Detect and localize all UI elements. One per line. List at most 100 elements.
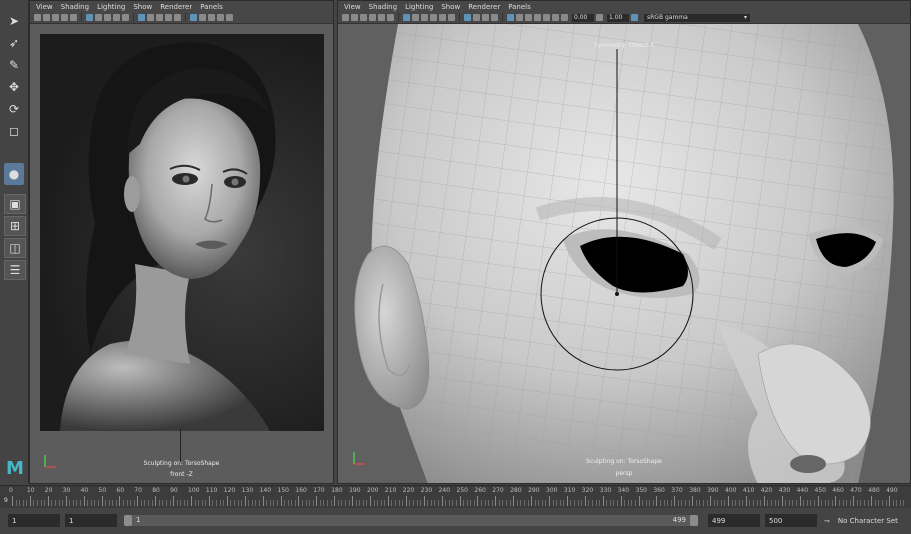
- camera-select-icon[interactable]: [34, 14, 41, 21]
- timeline-minor-tick: [384, 500, 386, 506]
- menu-shading[interactable]: Shading: [61, 3, 89, 11]
- toolbar-separator: [185, 13, 186, 22]
- timeline-minor-tick: [148, 500, 150, 506]
- resolution-gate-icon[interactable]: [199, 14, 206, 21]
- isolate-icon[interactable]: [507, 14, 514, 21]
- field-chart-icon[interactable]: [217, 14, 224, 21]
- textured-icon[interactable]: [421, 14, 428, 21]
- wireframe-icon[interactable]: [86, 14, 93, 21]
- anim-start-field[interactable]: 1: [65, 514, 117, 527]
- dof-icon[interactable]: [174, 14, 181, 21]
- menu-view[interactable]: View: [36, 3, 53, 11]
- range-slider-left-handle[interactable]: [124, 515, 132, 526]
- resolution-gate-icon[interactable]: [516, 14, 523, 21]
- menu-view[interactable]: View: [344, 3, 361, 11]
- end-time-field[interactable]: 499: [708, 514, 760, 527]
- timeline-minor-tick: [312, 500, 314, 506]
- lasso-tool-icon[interactable]: ➶: [4, 34, 24, 52]
- gate-mask-icon[interactable]: [208, 14, 215, 21]
- timeline-minor-tick: [774, 500, 776, 506]
- timeline-minor-tick: [652, 500, 654, 506]
- front-viewport-panel: View Shading Lighting Show Renderer Pane…: [29, 0, 334, 484]
- toolbar-separator: [81, 13, 82, 22]
- gamma-field[interactable]: 1.00: [607, 13, 629, 22]
- character-set-dropdown[interactable]: ⇁ No Character Set: [824, 514, 911, 527]
- menu-panels[interactable]: Panels: [200, 3, 223, 11]
- timeline-tick-label: 410: [742, 487, 755, 494]
- range-slider-right-handle[interactable]: [690, 515, 698, 526]
- safe-action-icon[interactable]: [543, 14, 550, 21]
- gate-mask-icon[interactable]: [525, 14, 532, 21]
- menu-show[interactable]: Show: [441, 3, 460, 11]
- timeline-minor-tick: [216, 500, 218, 506]
- smooth-shade-icon[interactable]: [412, 14, 419, 21]
- exposure-field[interactable]: 0.00: [572, 13, 594, 22]
- timeline-tick: [638, 496, 640, 506]
- bookmark-icon[interactable]: [360, 14, 367, 21]
- timeline-tick-label: 20: [44, 487, 53, 494]
- textured-icon[interactable]: [104, 14, 111, 21]
- lights-icon[interactable]: [430, 14, 437, 21]
- aa-icon[interactable]: [482, 14, 489, 21]
- xray-joints-icon[interactable]: [473, 14, 480, 21]
- camera-select-icon[interactable]: [342, 14, 349, 21]
- timeline-minor-tick: [144, 500, 146, 506]
- camera-attr-icon[interactable]: [43, 14, 50, 21]
- lights-icon[interactable]: [113, 14, 120, 21]
- anim-end-field[interactable]: 500: [765, 514, 817, 527]
- timeline-minor-tick: [534, 500, 536, 506]
- range-slider[interactable]: 1 499: [124, 515, 698, 526]
- outliner-icon[interactable]: ☰: [4, 260, 26, 280]
- smooth-shade-icon[interactable]: [95, 14, 102, 21]
- scale-tool-icon[interactable]: ◻: [4, 122, 24, 140]
- shadows-icon[interactable]: [439, 14, 446, 21]
- move-tool-icon[interactable]: ✥: [4, 78, 24, 96]
- xray-icon[interactable]: [464, 14, 471, 21]
- xray-icon[interactable]: [138, 14, 145, 21]
- start-time-field[interactable]: 1: [8, 514, 60, 527]
- menu-renderer[interactable]: Renderer: [468, 3, 500, 11]
- timeline-minor-tick: [212, 500, 214, 506]
- two-view-icon[interactable]: ◫: [4, 238, 26, 258]
- field-chart-icon[interactable]: [534, 14, 541, 21]
- time-slider[interactable]: 9 0 10 20 30 40 50 60 70 80 90 100 110 120 130 140 150 1…: [0, 485, 911, 509]
- film-gate-icon[interactable]: [387, 14, 394, 21]
- single-view-icon[interactable]: ▣: [4, 194, 26, 214]
- menu-renderer[interactable]: Renderer: [160, 3, 192, 11]
- menu-shading[interactable]: Shading: [369, 3, 397, 11]
- rotate-tool-icon[interactable]: ⟳: [4, 100, 24, 118]
- paint-select-icon[interactable]: ✎: [4, 56, 24, 74]
- wireframe-icon[interactable]: [403, 14, 410, 21]
- aa-icon[interactable]: [165, 14, 172, 21]
- shadows-icon[interactable]: [122, 14, 129, 21]
- camera-attr-icon[interactable]: [351, 14, 358, 21]
- menu-panels[interactable]: Panels: [508, 3, 531, 11]
- grid-icon[interactable]: [70, 14, 77, 21]
- timeline-minor-tick: [180, 500, 182, 506]
- ao-icon[interactable]: [448, 14, 455, 21]
- color-space-dropdown[interactable]: sRGB gamma ▾: [644, 13, 750, 22]
- safe-title-icon[interactable]: [552, 14, 559, 21]
- menu-lighting[interactable]: Lighting: [97, 3, 125, 11]
- timeline-minor-tick: [305, 500, 307, 506]
- persp-viewport[interactable]: Symmetry: Object X Sculpting on: TorsoSh…: [338, 24, 910, 483]
- menu-show[interactable]: Show: [133, 3, 152, 11]
- color-management-icon[interactable]: [631, 14, 638, 21]
- grid-icon[interactable]: [378, 14, 385, 21]
- front-viewport[interactable]: Sculpting on: TorsoShape front -Z: [30, 24, 333, 483]
- select-tool-icon[interactable]: ➤: [4, 12, 24, 30]
- isolate-icon[interactable]: [190, 14, 197, 21]
- sculpt-tool-icon[interactable]: ●: [4, 163, 24, 185]
- menu-lighting[interactable]: Lighting: [405, 3, 433, 11]
- ao-icon[interactable]: [156, 14, 163, 21]
- bookmark-icon[interactable]: [52, 14, 59, 21]
- image-plane-icon[interactable]: [61, 14, 68, 21]
- timeline-minor-tick: [846, 500, 848, 506]
- timeline-minor-tick: [430, 500, 432, 506]
- image-plane-icon[interactable]: [369, 14, 376, 21]
- four-view-icon[interactable]: ⊞: [4, 216, 26, 236]
- timeline-minor-tick: [391, 500, 393, 506]
- dof-icon[interactable]: [491, 14, 498, 21]
- xray-joints-icon[interactable]: [147, 14, 154, 21]
- safe-action-icon[interactable]: [226, 14, 233, 21]
